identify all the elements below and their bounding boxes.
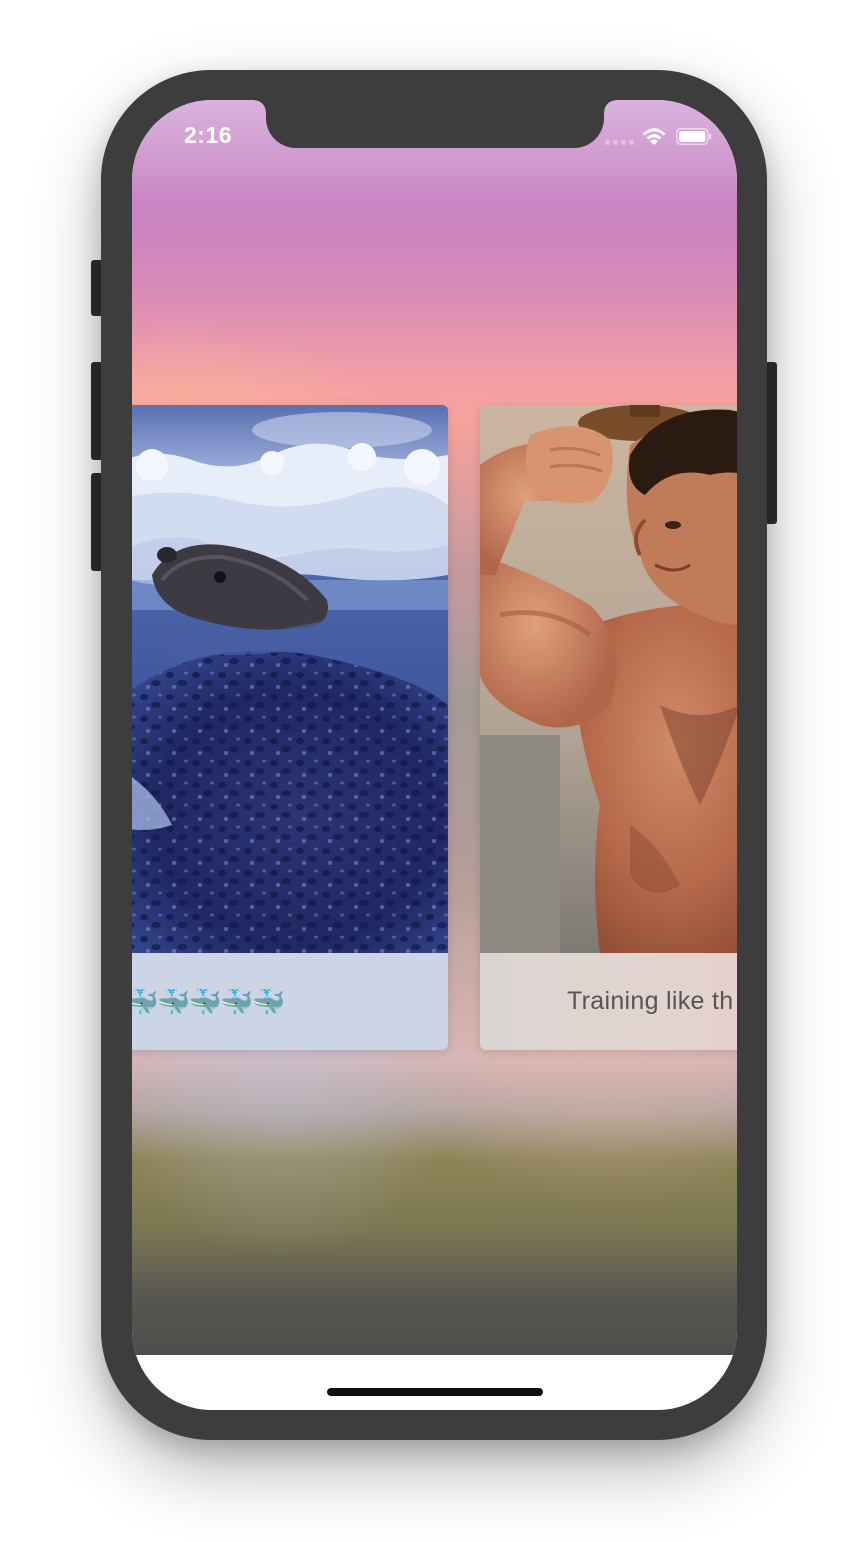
wifi-icon <box>642 128 666 145</box>
post-caption-text: Training like th <box>567 987 734 1015</box>
post-caption: Training like th <box>480 953 737 1050</box>
notch <box>254 100 616 148</box>
post-card-training[interactable]: Training like th <box>480 405 737 1050</box>
cellular-signal-icon <box>605 140 634 145</box>
page: 🐳🐳🐳🐳🐳 Training like th 2:16 <box>0 0 868 1542</box>
seal-photo-image <box>132 405 448 953</box>
status-time: 2:16 <box>184 122 233 148</box>
home-indicator[interactable] <box>327 1388 543 1396</box>
whale-emoji-row: 🐳🐳🐳🐳🐳 <box>132 986 285 1017</box>
flexing-man-photo <box>480 405 737 953</box>
home-area <box>132 1355 737 1410</box>
screen: 🐳🐳🐳🐳🐳 Training like th 2:16 <box>132 100 737 1410</box>
seal-photo <box>132 405 448 953</box>
flexing-man-photo-image <box>480 405 737 953</box>
post-card-seal[interactable]: 🐳🐳🐳🐳🐳 <box>132 405 448 1050</box>
battery-icon <box>676 128 712 145</box>
post-caption: 🐳🐳🐳🐳🐳 <box>132 953 448 1050</box>
